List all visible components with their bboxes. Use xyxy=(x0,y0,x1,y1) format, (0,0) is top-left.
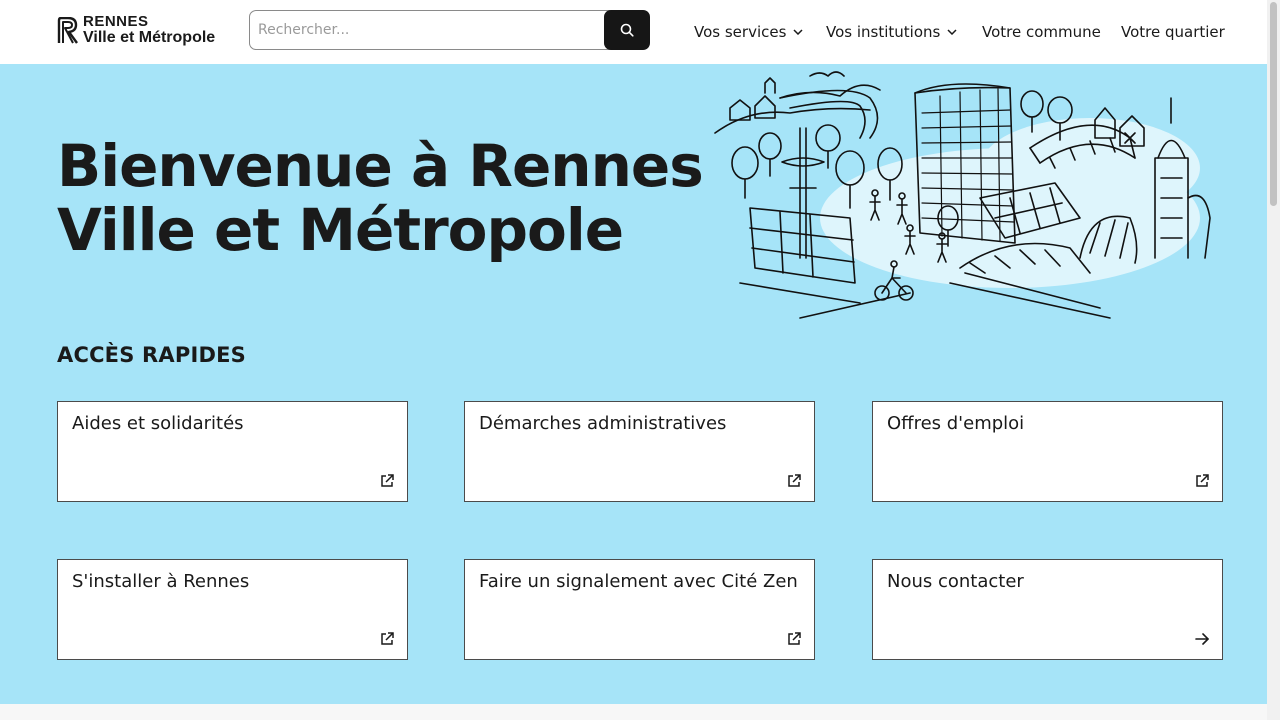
quick-access-card-installer[interactable]: S'installer à Rennes xyxy=(57,559,408,660)
external-link-icon xyxy=(381,632,394,645)
logo-line2: Ville et Métropole xyxy=(83,29,216,46)
page-scrollbar[interactable] xyxy=(1267,0,1280,720)
nav-vos-institutions[interactable]: Vos institutions xyxy=(826,0,957,64)
card-label: Offres d'emploi xyxy=(887,413,1025,434)
chevron-down-icon xyxy=(947,29,957,35)
external-link-icon xyxy=(788,474,801,487)
hero-title-line2: Ville et Métropole xyxy=(57,196,624,264)
hero-title-line1: Bienvenue à Rennes xyxy=(57,132,704,200)
logo-line1: RENNES xyxy=(83,13,149,30)
card-label: Nous contacter xyxy=(887,571,1024,592)
hero-title: Bienvenue à Rennes Ville et Métropole xyxy=(57,132,704,264)
external-link-icon xyxy=(381,474,394,487)
nav-vos-services[interactable]: Vos services xyxy=(694,0,803,64)
external-link-icon xyxy=(1196,474,1209,487)
scrollbar-thumb[interactable] xyxy=(1270,2,1277,206)
nav-votre-quartier[interactable]: Votre quartier xyxy=(1121,0,1225,64)
quick-access-card-emploi[interactable]: Offres d'emploi xyxy=(872,401,1223,502)
nav-label: Vos services xyxy=(694,23,787,41)
quick-access-card-demarches[interactable]: Démarches administratives xyxy=(464,401,815,502)
quick-access-card-contact[interactable]: Nous contacter xyxy=(872,559,1223,660)
logo-text: RENNES Ville et Métropole xyxy=(83,14,215,46)
arrow-right-icon xyxy=(1195,633,1209,645)
card-label: Faire un signalement avec Cité Zen xyxy=(479,571,798,592)
search-icon xyxy=(620,23,634,37)
quick-access-card-aides[interactable]: Aides et solidarités xyxy=(57,401,408,502)
chevron-down-icon xyxy=(793,29,803,35)
hero-section: Bienvenue à Rennes Ville et Métropole AC… xyxy=(0,64,1267,704)
search-input[interactable] xyxy=(249,10,611,50)
nav-label: Votre commune xyxy=(982,23,1101,41)
quick-access-title: ACCÈS RAPIDES xyxy=(57,343,246,367)
nav-label: Votre quartier xyxy=(1121,23,1225,41)
external-link-icon xyxy=(788,632,801,645)
rennes-logo-icon xyxy=(57,16,78,44)
site-header: RENNES Ville et Métropole Vos services V… xyxy=(0,0,1267,64)
search-button[interactable] xyxy=(604,10,650,50)
nav-label: Vos institutions xyxy=(826,23,941,41)
card-label: S'installer à Rennes xyxy=(72,571,250,592)
site-logo[interactable]: RENNES Ville et Métropole xyxy=(57,14,227,46)
card-label: Aides et solidarités xyxy=(72,413,244,434)
nav-votre-commune[interactable]: Votre commune xyxy=(982,0,1101,64)
search-bar xyxy=(249,10,650,50)
card-label: Démarches administratives xyxy=(479,413,727,434)
quick-access-card-signalement[interactable]: Faire un signalement avec Cité Zen xyxy=(464,559,815,660)
city-illustration xyxy=(714,71,1211,319)
